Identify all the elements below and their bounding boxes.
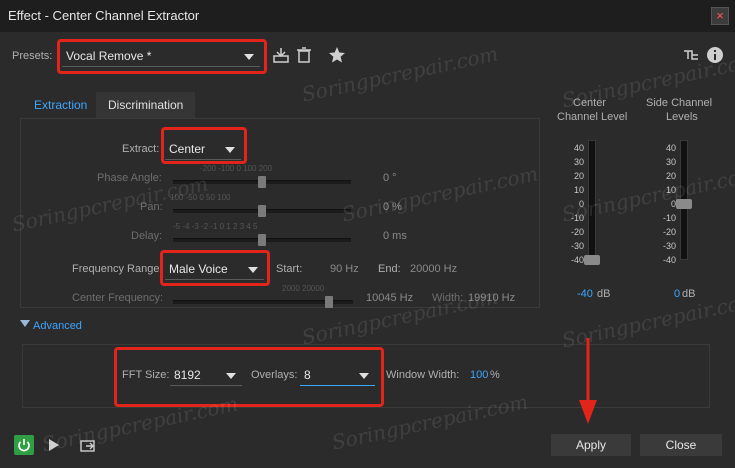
window-title: Effect - Center Channel Extractor <box>8 8 200 23</box>
meter-scale-label: 40 <box>665 143 676 153</box>
start-value[interactable]: 90 Hz <box>330 263 359 275</box>
power-icon[interactable] <box>14 435 34 455</box>
center-frequency-ticks: 2000 20000 <box>282 284 325 293</box>
delay-value[interactable]: 0 ms <box>383 230 407 242</box>
red-arrow-annotation <box>579 338 597 424</box>
title-bar: Effect - Center Channel Extractor × <box>0 0 735 32</box>
phase-angle-value[interactable]: 0 ° <box>383 172 397 184</box>
trash-icon[interactable] <box>296 46 312 64</box>
save-preset-icon[interactable] <box>272 46 290 64</box>
meter-scale-label: 30 <box>665 157 676 167</box>
side-level-value[interactable]: 0 <box>674 288 680 300</box>
meter-scale-label: -20 <box>662 227 676 237</box>
side-meter-title-1: Side Channel <box>646 97 713 109</box>
highlight-advanced <box>114 347 384 407</box>
meter-scale-label: -10 <box>662 213 676 223</box>
window-width-unit: % <box>490 369 500 381</box>
window-width-value[interactable]: 100 <box>470 369 488 381</box>
tab-extraction[interactable]: Extraction <box>22 92 100 118</box>
apply-button[interactable]: Apply <box>551 434 631 456</box>
center-level-slider-thumb[interactable] <box>584 255 600 265</box>
meter-scale-label: -40 <box>662 255 676 265</box>
highlight-extract <box>161 127 247 164</box>
extract-label: Extract: <box>122 143 160 155</box>
advanced-toggle[interactable]: Advanced <box>33 320 82 332</box>
center-frequency-label: Center Frequency: <box>72 292 164 304</box>
delay-label: Delay: <box>131 230 163 242</box>
start-label: Start: <box>276 263 303 275</box>
meter-scale-label: 10 <box>573 185 584 195</box>
meter-scale-label: -40 <box>570 255 584 265</box>
pan-slider-thumb[interactable] <box>258 205 266 217</box>
star-icon[interactable] <box>328 46 346 64</box>
watermark: Soringpcrepair.com <box>559 161 735 227</box>
collapse-arrow-icon[interactable] <box>20 320 30 328</box>
end-value[interactable]: 20000 Hz <box>410 263 457 275</box>
delay-slider-thumb[interactable] <box>258 234 266 246</box>
meter-scale-label: -30 <box>570 241 584 251</box>
center-frequency-value[interactable]: 10045 Hz <box>366 292 413 304</box>
window-width-label: Window Width: <box>386 369 460 381</box>
tab-discrimination[interactable]: Discrimination <box>96 92 196 118</box>
side-level-unit: dB <box>682 288 696 300</box>
end-label: End: <box>378 263 401 275</box>
meter-scale-label: 30 <box>573 157 584 167</box>
highlight-frequency-range <box>160 250 270 286</box>
meter-scale-label: 20 <box>573 171 584 181</box>
meter-scale-label: -30 <box>662 241 676 251</box>
highlight-presets <box>57 39 267 74</box>
center-frequency-slider-thumb[interactable] <box>325 296 333 308</box>
meter-scale-label: 40 <box>573 143 584 153</box>
presets-label: Presets: <box>12 50 53 62</box>
center-level-unit: dB <box>597 288 611 300</box>
close-button[interactable]: Close <box>640 434 722 456</box>
delay-ticks: -5 -4 -3 -2 -1 0 1 2 3 4 5 <box>173 222 258 231</box>
frequency-range-label: Frequency Range: <box>72 263 163 275</box>
window-close-button[interactable]: × <box>711 7 729 25</box>
phase-angle-slider-thumb[interactable] <box>258 176 266 188</box>
center-level-value[interactable]: -40 <box>577 288 593 300</box>
center-meter-title-2: Channel Level <box>557 111 628 123</box>
phase-angle-ticks: -200 -100 0 100 200 <box>200 164 273 173</box>
side-meter-title-2: Levels <box>666 111 698 123</box>
meter-scale-label: -20 <box>570 227 584 237</box>
